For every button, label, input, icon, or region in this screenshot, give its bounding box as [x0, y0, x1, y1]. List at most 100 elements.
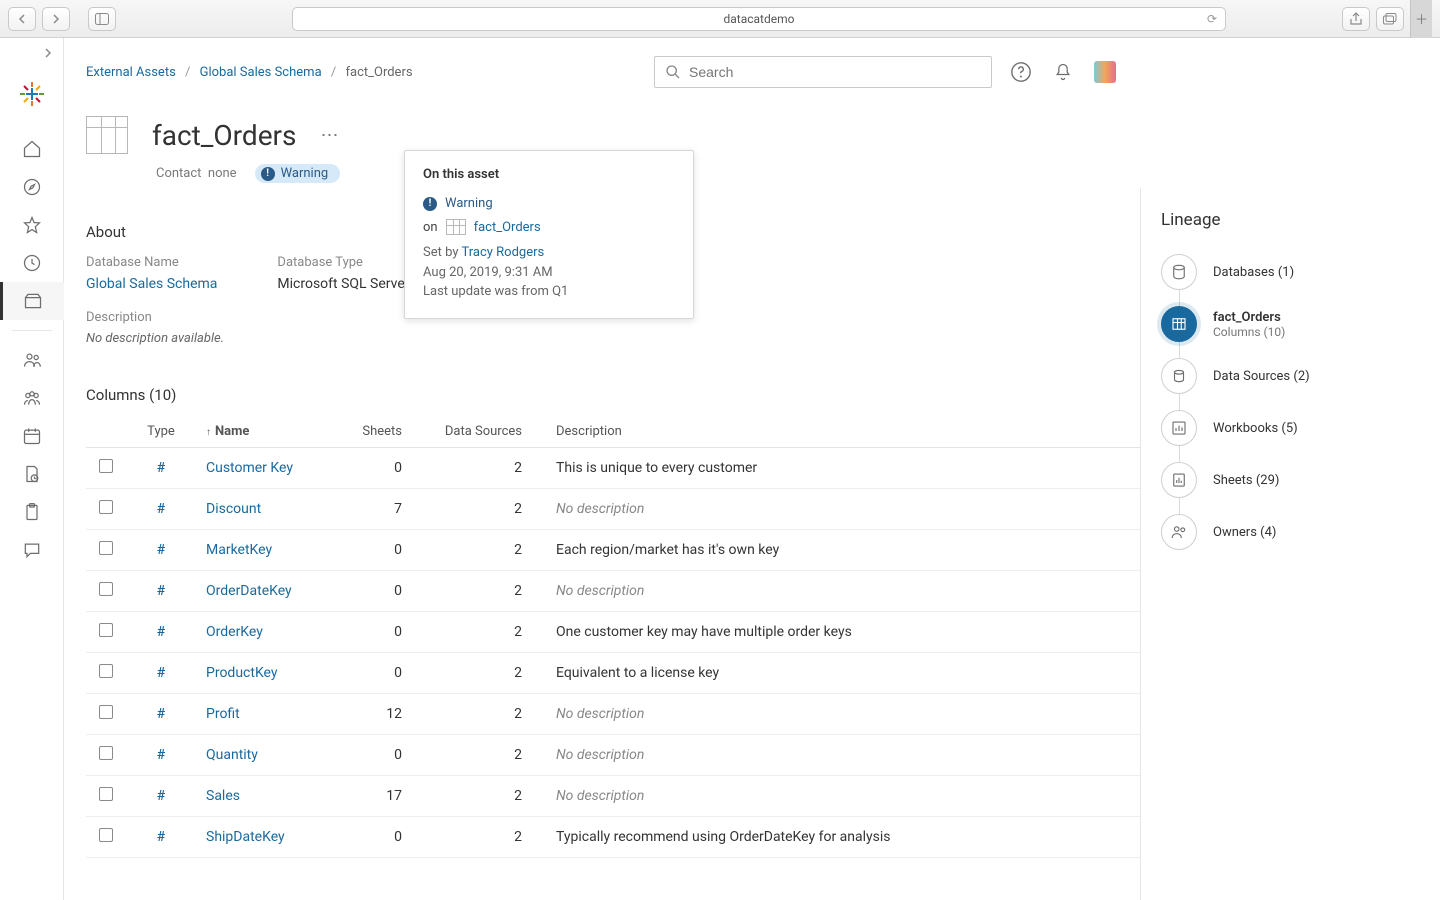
cell-datasources: 2: [426, 448, 546, 489]
row-checkbox[interactable]: [99, 459, 113, 473]
search-icon: [665, 64, 681, 80]
cell-description: Typically recommend using OrderDateKey f…: [546, 817, 1140, 858]
rail-home[interactable]: [0, 130, 64, 168]
column-name-link[interactable]: OrderDateKey: [206, 583, 292, 599]
lineage-item[interactable]: Workbooks (5): [1161, 410, 1420, 446]
sidebar-icon: [95, 13, 109, 25]
browser-sidebar-button[interactable]: [88, 7, 116, 31]
breadcrumb-current: fact_Orders: [345, 65, 412, 80]
row-checkbox[interactable]: [99, 623, 113, 637]
type-number-icon: #: [157, 624, 165, 640]
popover-timestamp: Aug 20, 2019, 9:31 AM: [423, 265, 553, 280]
groups-icon: [22, 388, 42, 408]
column-name-link[interactable]: MarketKey: [206, 542, 272, 558]
popover-setby-link[interactable]: Tracy Rodgers: [461, 245, 544, 260]
column-name-link[interactable]: Quantity: [206, 747, 258, 763]
row-checkbox[interactable]: [99, 582, 113, 596]
tableau-logo-icon[interactable]: [20, 82, 44, 110]
user-avatar[interactable]: [1094, 61, 1116, 83]
row-checkbox[interactable]: [99, 500, 113, 514]
cell-sheets: 7: [346, 489, 426, 530]
column-name-link[interactable]: Profit: [206, 706, 240, 722]
row-checkbox[interactable]: [99, 705, 113, 719]
rail-recents[interactable]: [0, 244, 64, 282]
lineage-item[interactable]: Owners (4): [1161, 514, 1420, 550]
browser-back-button[interactable]: [8, 7, 36, 31]
cell-description: Each region/market has it's own key: [546, 530, 1140, 571]
lineage-item-label: Databases (1): [1213, 265, 1294, 280]
search-box[interactable]: [654, 56, 992, 88]
chevron-left-icon: [17, 14, 27, 24]
cell-description: No description: [546, 489, 1140, 530]
lineage-item[interactable]: Sheets (29): [1161, 462, 1420, 498]
browser-new-tab-button[interactable]: ＋: [1410, 0, 1432, 38]
column-name-link[interactable]: ProductKey: [206, 665, 278, 681]
cell-description: This is unique to every customer: [546, 448, 1140, 489]
col-header-name[interactable]: ↑Name: [196, 416, 346, 448]
warning-chip-label: Warning: [281, 166, 329, 181]
rail-groups[interactable]: [0, 379, 64, 417]
column-name-link[interactable]: ShipDateKey: [206, 829, 285, 845]
cell-datasources: 2: [426, 735, 546, 776]
help-button[interactable]: [1010, 61, 1032, 83]
row-checkbox[interactable]: [99, 664, 113, 678]
page-title: fact_Orders: [152, 119, 296, 152]
lineage-db-icon: [1161, 254, 1197, 290]
col-header-description[interactable]: Description: [546, 416, 1140, 448]
clipboard-icon: [22, 502, 42, 522]
browser-forward-button[interactable]: [42, 7, 70, 31]
more-actions-button[interactable]: ⋯: [320, 125, 339, 146]
type-number-icon: #: [157, 829, 165, 845]
cell-datasources: 2: [426, 571, 546, 612]
lineage-item[interactable]: Databases (1): [1161, 254, 1420, 290]
rail-status[interactable]: [0, 493, 64, 531]
calendar-icon: [22, 426, 42, 446]
row-checkbox[interactable]: [99, 787, 113, 801]
column-name-link[interactable]: Customer Key: [206, 460, 293, 476]
rail-explore[interactable]: [0, 168, 64, 206]
chevron-right-icon: [43, 48, 53, 58]
table-row: # ProductKey 0 2 Equivalent to a license…: [86, 653, 1140, 694]
share-icon: [1350, 12, 1362, 26]
rail-users[interactable]: [0, 341, 64, 379]
breadcrumb-root[interactable]: External Assets: [86, 65, 176, 80]
lineage-item[interactable]: Data Sources (2): [1161, 358, 1420, 394]
rail-settings[interactable]: [0, 531, 64, 569]
rail-collapse-button[interactable]: [0, 48, 63, 58]
col-header-sheets[interactable]: Sheets: [346, 416, 426, 448]
cell-datasources: 2: [426, 776, 546, 817]
cell-datasources: 2: [426, 694, 546, 735]
browser-tabs-button[interactable]: [1376, 7, 1404, 31]
row-checkbox[interactable]: [99, 828, 113, 842]
column-name-link[interactable]: Sales: [206, 788, 240, 804]
rail-schedules[interactable]: [0, 417, 64, 455]
breadcrumb-schema[interactable]: Global Sales Schema: [200, 65, 322, 80]
table-row: # MarketKey 0 2 Each region/market has i…: [86, 530, 1140, 571]
col-header-datasources[interactable]: Data Sources: [426, 416, 546, 448]
rail-external-assets[interactable]: [0, 282, 64, 320]
lineage-item[interactable]: fact_Orders Columns (10): [1161, 306, 1420, 342]
col-header-type[interactable]: Type: [126, 416, 196, 448]
row-checkbox[interactable]: [99, 541, 113, 555]
bell-icon: [1053, 61, 1073, 83]
about-dbname-link[interactable]: Global Sales Schema: [86, 276, 217, 292]
row-checkbox[interactable]: [99, 746, 113, 760]
main: External Assets / Global Sales Schema / …: [64, 38, 1440, 900]
lineage-owners-icon: [1161, 514, 1197, 550]
rail-tasks[interactable]: [0, 455, 64, 493]
compass-icon: [22, 177, 42, 197]
search-input[interactable]: [689, 64, 981, 80]
lineage-sheet-icon: [1161, 462, 1197, 498]
lineage-heading: Lineage: [1161, 210, 1420, 230]
cell-description: No description: [546, 735, 1140, 776]
warning-chip[interactable]: ! Warning: [255, 164, 341, 183]
popover-asset-link[interactable]: fact_Orders: [474, 220, 541, 235]
notifications-button[interactable]: [1052, 61, 1074, 83]
cell-description: One customer key may have multiple order…: [546, 612, 1140, 653]
browser-url-bar[interactable]: datacatdemo ⟳: [292, 7, 1226, 31]
column-name-link[interactable]: Discount: [206, 501, 261, 517]
column-name-link[interactable]: OrderKey: [206, 624, 263, 640]
reload-icon[interactable]: ⟳: [1207, 12, 1217, 26]
browser-share-button[interactable]: [1342, 7, 1370, 31]
rail-favorites[interactable]: [0, 206, 64, 244]
